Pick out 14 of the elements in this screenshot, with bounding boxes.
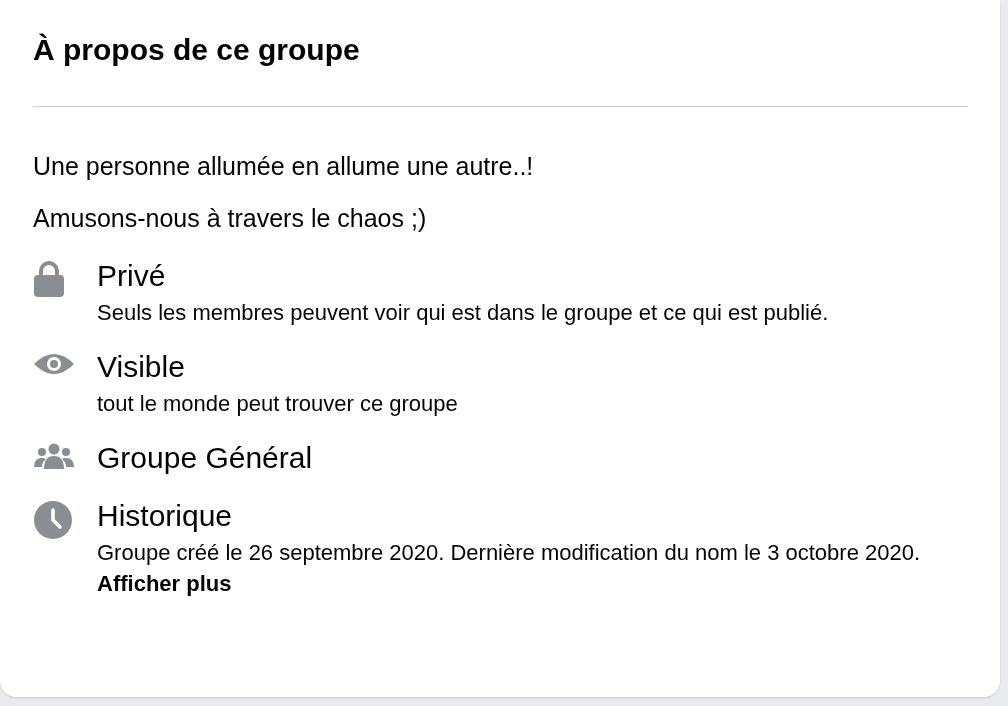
people-icon xyxy=(34,443,74,469)
eye-icon xyxy=(34,352,74,376)
info-title: Visible xyxy=(97,349,186,385)
clock-icon xyxy=(34,501,72,539)
info-text: tout le monde peut trouver ce groupe xyxy=(97,390,459,418)
card-title: À propos de ce groupe xyxy=(33,32,361,68)
lock-icon xyxy=(34,261,64,297)
description-text: Une personne allumée en allume une autre..! xyxy=(33,151,535,182)
info-text: Groupe créé le 26 septembre 2020. Dernière modification du nom le 3 octobre 2020. Afficher plus xyxy=(97,539,922,598)
info-title: Groupe Général xyxy=(97,440,313,476)
description-text: Amusons-nous à travers le chaos ;) xyxy=(33,203,428,234)
info-title: Privé xyxy=(97,258,167,294)
info-text: Seuls les membres peuvent voir qui est dans le groupe et ce qui est publié. xyxy=(97,299,830,327)
info-title: Historique xyxy=(97,498,234,534)
